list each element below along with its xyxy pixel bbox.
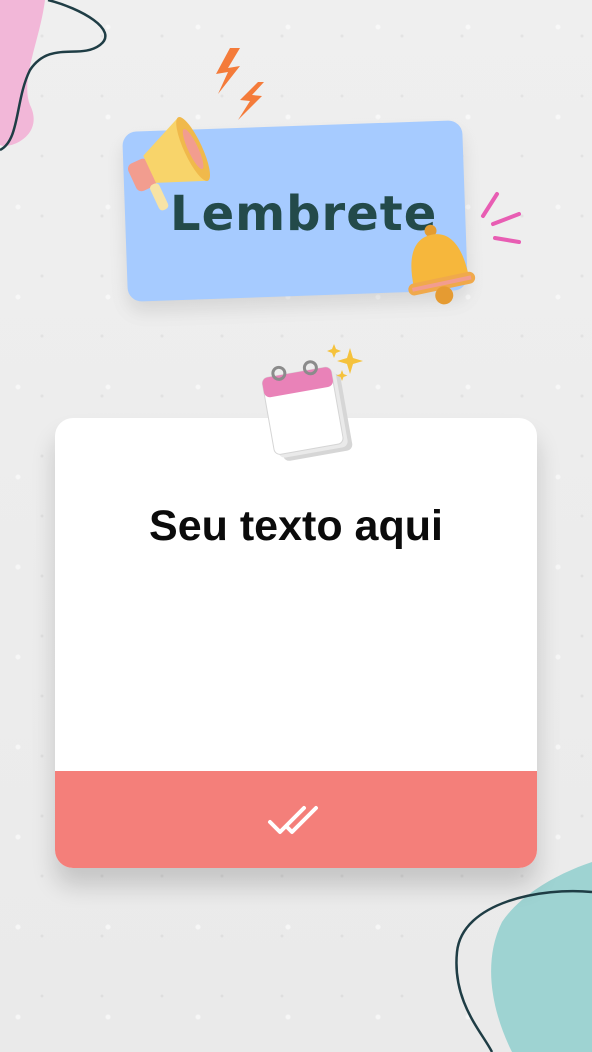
bell-icon	[408, 224, 476, 305]
lightning-icon	[216, 48, 264, 120]
reminder-card: Seu texto aqui	[55, 418, 537, 868]
confirm-button[interactable]	[55, 771, 537, 868]
header-badge: Lembrete	[100, 48, 530, 323]
calendar-icon	[261, 344, 363, 461]
teal-blob-decoration	[455, 862, 592, 1052]
header-title: Lembrete	[170, 186, 438, 242]
card-text[interactable]: Seu texto aqui	[55, 502, 537, 551]
double-check-icon	[268, 805, 318, 834]
spark-lines-icon	[481, 192, 521, 244]
